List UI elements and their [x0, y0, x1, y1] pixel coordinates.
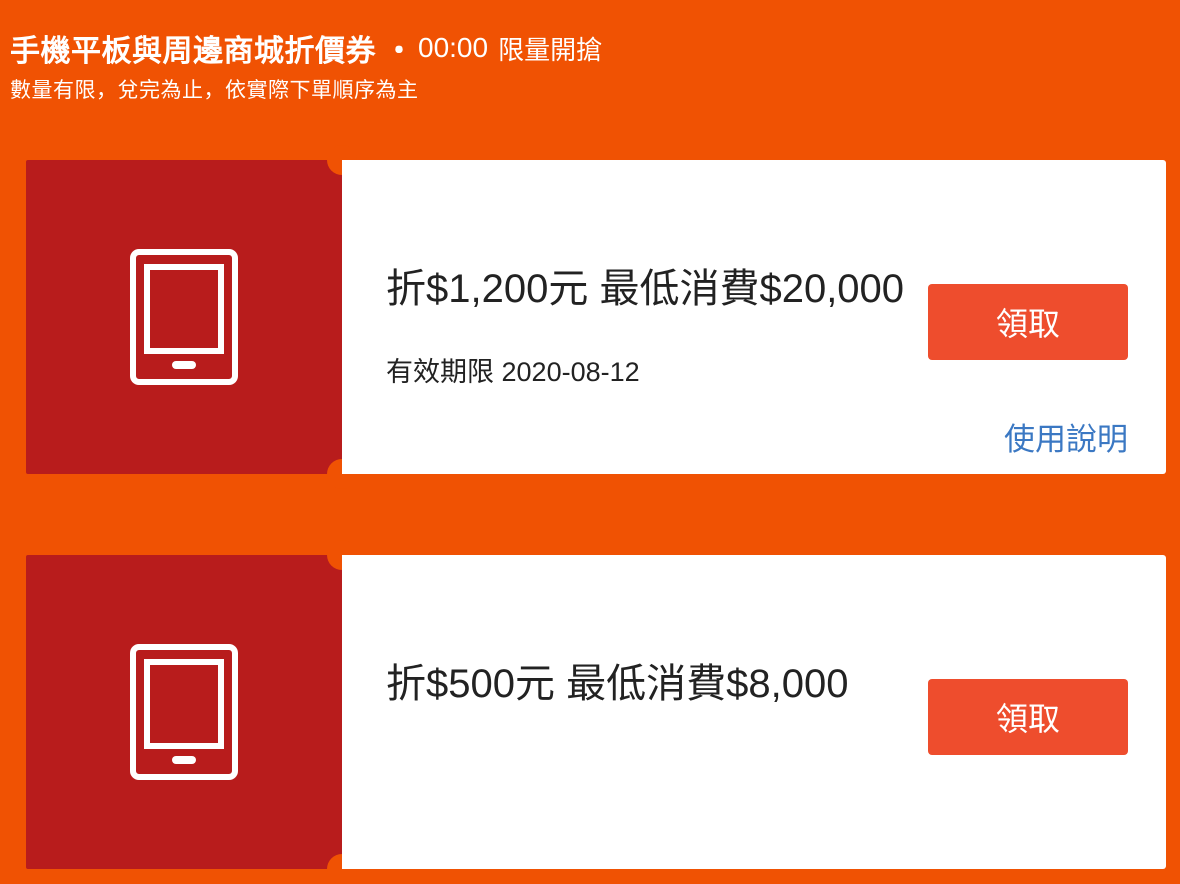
coupon-card: 折$500元 最低消費$8,000 領取: [26, 540, 1166, 884]
coupon-details: 折$1,200元 最低消費$20,000 有效期限 2020-08-12 領取 …: [342, 160, 1166, 474]
coupon-icon-panel: [26, 540, 357, 884]
tablet-icon: [130, 644, 238, 780]
sale-time: 00:00: [418, 32, 489, 63]
coupon-amount: 折$1,200元 最低消費$20,000: [386, 267, 905, 311]
coupon-details: 折$500元 最低消費$8,000 領取: [342, 555, 1166, 869]
coupon-card: 折$1,200元 最低消費$20,000 有效期限 2020-08-12 領取 …: [26, 145, 1166, 489]
claim-button[interactable]: 領取: [928, 284, 1128, 360]
page-title: 手機平板與周邊商城折價券: [10, 34, 376, 69]
claim-button[interactable]: 領取: [928, 679, 1128, 755]
usage-instructions-link[interactable]: 使用說明: [1004, 414, 1128, 459]
page-header: 手機平板與周邊商城折價券 ・ 00:00 限量開搶 數量有限，兌完為止，依實際下…: [10, 26, 602, 104]
title-suffix: 限量開搶: [498, 35, 603, 66]
validity-date: 2020-08-12: [501, 357, 640, 387]
page-subtitle: 數量有限，兌完為止，依實際下單順序為主: [10, 78, 419, 102]
coupon-validity: 有效期限 2020-08-12: [386, 350, 640, 389]
coupon-icon-panel: [26, 145, 357, 489]
title-separator: ・: [384, 34, 414, 69]
validity-label: 有效期限: [386, 357, 494, 387]
tablet-icon: [130, 249, 238, 385]
coupon-amount: 折$500元 最低消費$8,000: [386, 662, 849, 706]
title-row: 手機平板與周邊商城折價券 ・ 00:00 限量開搶: [10, 26, 602, 70]
